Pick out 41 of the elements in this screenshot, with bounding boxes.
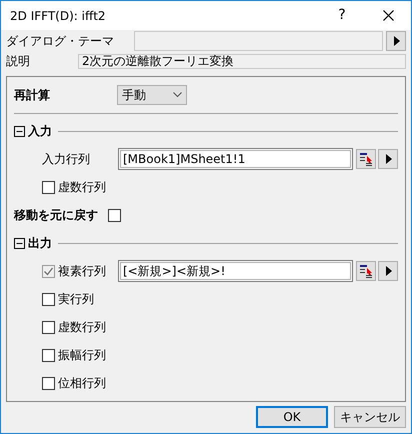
theme-label: ダイアログ・テーマ [6,33,115,50]
select-button[interactable] [356,149,376,169]
recalculate-dropdown[interactable]: 手動 [117,85,187,105]
close-icon [382,10,394,21]
arrow-icon [384,266,392,276]
select-icon [358,263,374,279]
dialog-button[interactable]: キャンセル [334,406,406,428]
menu-button[interactable] [378,149,398,169]
help-button[interactable]: ? [319,1,365,30]
checkbox[interactable] [42,348,55,362]
theme-menu-button[interactable] [386,31,406,51]
setting-label: 再計算 [14,87,51,104]
checkbox[interactable] [42,376,55,390]
checkbox-label: 複素行列 [58,263,106,280]
setting-label: 移動を元に戻す [14,207,98,224]
checkbox[interactable] [42,180,55,194]
checkbox[interactable] [108,208,121,222]
checkbox[interactable] [42,292,55,306]
chevron-icon [173,92,182,98]
description-label: 説明 [6,53,31,70]
window-title: 2D IFFT(D): ifft2 [10,8,107,24]
menu-button[interactable] [378,261,398,281]
checkbox-label: 位相行列 [58,375,106,392]
description-field: 2次元の逆離散フーリエ変換 [78,54,406,68]
checkbox-label: 虚数行列 [58,319,106,336]
checkbox-label: 虚数行列 [58,179,106,196]
section-title: 出力 [28,235,52,252]
section-title: 入力 [28,123,52,140]
toggle-icon[interactable] [14,126,25,136]
field-label: 入力行列 [42,151,90,168]
toggle-icon[interactable] [14,238,25,248]
checkbox[interactable] [42,320,55,334]
arrow-icon [392,36,400,46]
checkbox-label: 実行列 [58,291,94,308]
dialog-button[interactable]: OK [256,406,328,428]
input-field[interactable]: [MBook1]MSheet1!1 [120,150,351,168]
select-button[interactable] [356,261,376,281]
checkbox-label: 振幅行列 [58,347,106,364]
select-icon [358,151,374,167]
theme-field[interactable] [134,31,383,51]
arrow-icon [384,154,392,164]
